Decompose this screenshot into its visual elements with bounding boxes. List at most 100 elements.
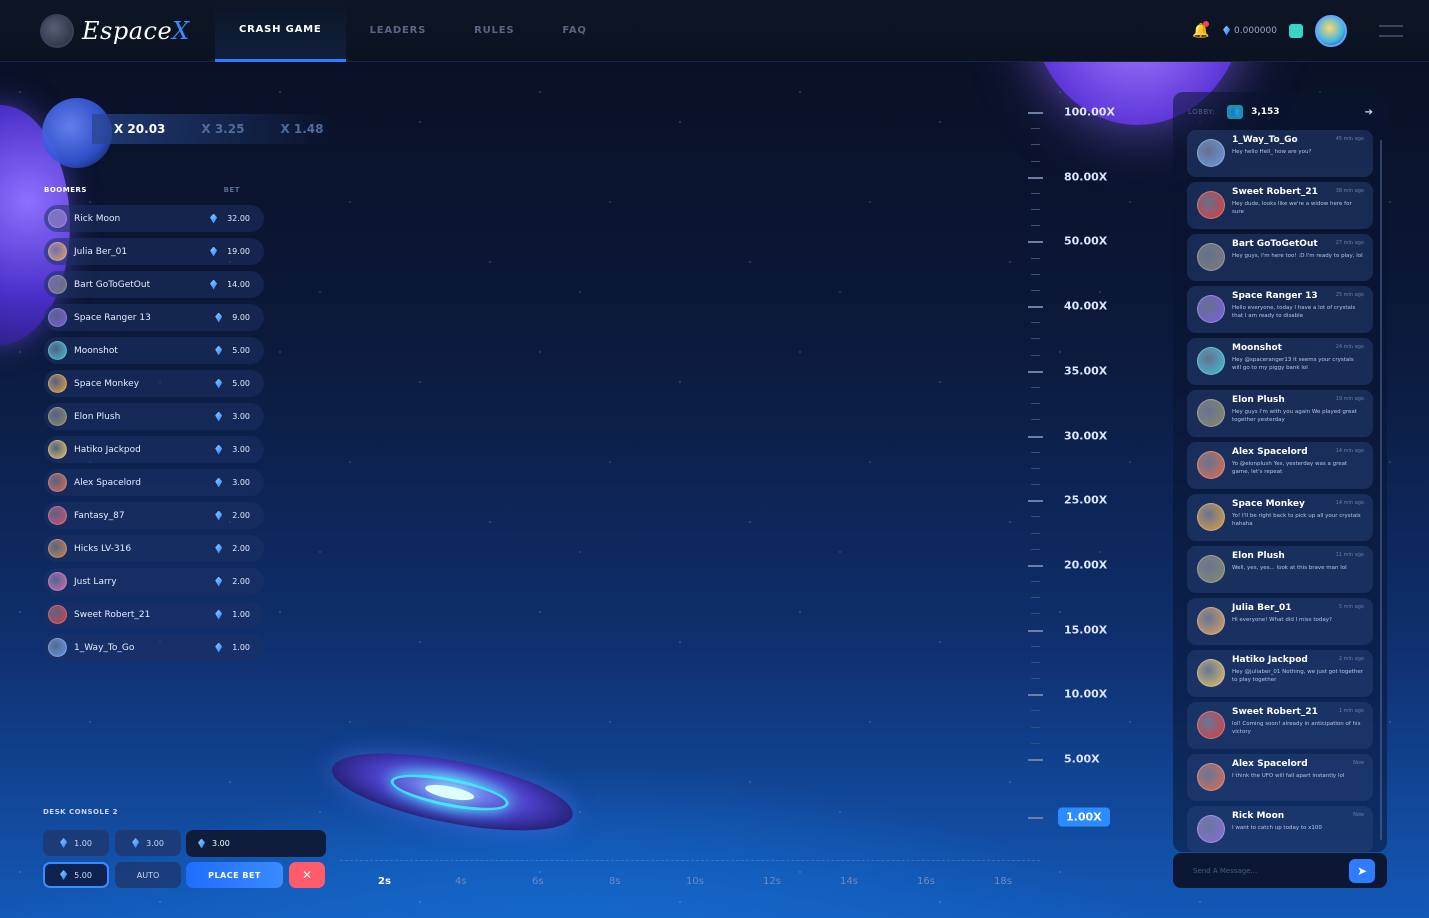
scale-minor-tick xyxy=(1031,338,1040,340)
scale-major-tick xyxy=(1028,241,1043,244)
tab-crash-game[interactable]: CRASH GAME xyxy=(215,0,346,62)
scale-minor-tick xyxy=(1031,257,1040,259)
top-right-controls: 🔔 0.000000 xyxy=(1191,14,1403,47)
chat-message-input[interactable] xyxy=(1193,866,1333,875)
brand-name-accent: X xyxy=(172,16,190,45)
boomer-row[interactable]: Just Larry 2.00 xyxy=(44,568,264,595)
boomers-list: Rick Moon 32.00 Julia Ber_01 19.00 Bart … xyxy=(44,205,264,667)
chat-timestamp: 24 min ago xyxy=(1335,344,1364,350)
send-icon[interactable]: ➤ xyxy=(1349,858,1375,883)
scale-major-tick xyxy=(1028,370,1043,373)
notification-dot xyxy=(1203,20,1210,27)
boomer-name: Hicks LV-316 xyxy=(74,543,132,554)
boomer-row[interactable]: Moonshot 5.00 xyxy=(44,337,264,364)
quick-bet-value: 3.00 xyxy=(146,838,164,848)
tab-faq[interactable]: FAQ xyxy=(538,0,610,62)
scale-major-tick xyxy=(1028,435,1043,438)
boomer-row[interactable]: Fantasy_87 2.00 xyxy=(44,502,264,529)
avatar xyxy=(1197,607,1225,635)
chat-message: Hatiko Jackpod 2 min ago Hey @juliaber_0… xyxy=(1187,650,1373,697)
bet-column-header: BET xyxy=(223,186,240,194)
logo[interactable]: EspaceX xyxy=(40,13,215,48)
place-bet-button[interactable]: PLACE BET xyxy=(186,862,283,888)
avatar xyxy=(48,242,67,261)
scale-label: 20.00X xyxy=(1064,558,1108,572)
scale-minor-tick xyxy=(1031,144,1040,146)
boomer-bet: 19.00 xyxy=(210,246,250,257)
notification-bell-icon[interactable]: 🔔 xyxy=(1191,20,1211,41)
scale-major-tick xyxy=(1028,694,1043,697)
chat-author: Space Ranger 13 xyxy=(1232,291,1318,301)
time-axis-label: 14s xyxy=(840,876,858,887)
crystal-icon xyxy=(198,838,205,849)
chat-text: Yo! I'll be right back to pick up all yo… xyxy=(1232,513,1361,527)
scale-minor-tick xyxy=(1031,484,1040,486)
user-avatar[interactable] xyxy=(1315,14,1347,47)
boomer-bet: 2.00 xyxy=(215,576,250,587)
arrow-right-icon[interactable]: ➔ xyxy=(1365,107,1373,118)
boomer-row[interactable]: Elon Plush 3.00 xyxy=(44,403,264,430)
crystal-icon xyxy=(215,411,223,422)
chat-text: Hey @juliaber_01 Nothing, we just got to… xyxy=(1232,669,1364,683)
boomer-row[interactable]: Julia Ber_01 19.00 xyxy=(44,238,264,265)
avatar xyxy=(1197,451,1225,479)
scale-minor-tick xyxy=(1031,645,1040,647)
chat-timestamp: 1 min ago xyxy=(1338,708,1364,714)
quick-bet-button-selected[interactable]: 5.00 xyxy=(43,862,109,888)
scale-minor-tick xyxy=(1031,467,1040,469)
crystal-icon xyxy=(215,312,223,323)
chat-panel: LOBBY: 👥 3,153 ➔ 1_Way_To_Go 45 min ago … xyxy=(1173,92,1387,853)
crystal-icon xyxy=(215,378,223,389)
scale-label: 35.00X xyxy=(1064,364,1108,378)
quick-bet-button[interactable]: 1.00 xyxy=(43,830,109,856)
boomer-row[interactable]: Sweet Robert_21 1.00 xyxy=(44,601,264,628)
boomer-bet-value: 3.00 xyxy=(232,445,250,454)
cancel-bet-button[interactable]: ✕ xyxy=(289,862,325,888)
menu-icon[interactable] xyxy=(1379,24,1403,37)
boomer-row[interactable]: Space Ranger 13 9.00 xyxy=(44,304,264,331)
boomer-bet: 3.00 xyxy=(215,444,250,455)
chat-scrollbar[interactable] xyxy=(1380,140,1382,840)
avatar xyxy=(48,308,67,327)
wallet-button[interactable] xyxy=(1289,23,1303,38)
avatar xyxy=(48,440,67,459)
tab-rules[interactable]: RULES xyxy=(450,0,538,62)
boomer-row[interactable]: Rick Moon 32.00 xyxy=(44,205,264,232)
auto-button[interactable]: AUTO xyxy=(115,862,181,888)
quick-bet-button[interactable]: 3.00 xyxy=(115,830,181,856)
chat-text: I think the UFO will fall apart instantl… xyxy=(1232,773,1345,779)
scale-minor-tick xyxy=(1031,322,1040,324)
scale-label: 40.00X xyxy=(1064,299,1108,313)
chat-author: Rick Moon xyxy=(1232,811,1285,821)
chat-timestamp: 38 min ago xyxy=(1335,188,1364,194)
avatar xyxy=(1197,659,1225,687)
astronaut-logo-icon xyxy=(40,13,74,48)
boomer-row[interactable]: 1_Way_To_Go 1.00 xyxy=(44,634,264,661)
avatar xyxy=(48,407,67,426)
avatar xyxy=(1197,815,1225,843)
chat-text: Hello everyone, today I have a lot of cr… xyxy=(1232,305,1356,319)
scale-minor-tick xyxy=(1031,726,1040,728)
boomer-name: Sweet Robert_21 xyxy=(74,609,151,620)
avatar xyxy=(1197,503,1225,531)
boomer-bet: 14.00 xyxy=(210,279,250,290)
bet-amount-field[interactable] xyxy=(186,830,326,857)
boomer-row[interactable]: Space Monkey 5.00 xyxy=(44,370,264,397)
tab-leaders[interactable]: LEADERS xyxy=(346,0,451,62)
boomer-bet: 3.00 xyxy=(215,477,250,488)
scale-minor-tick xyxy=(1031,419,1040,421)
crystal-icon xyxy=(210,279,218,290)
avatar xyxy=(1197,295,1225,323)
chat-author: Sweet Robert_21 xyxy=(1232,707,1318,717)
boomer-row[interactable]: Alex Spacelord 3.00 xyxy=(44,469,264,496)
time-axis-label: 16s xyxy=(917,876,935,887)
boomer-row[interactable]: Bart GoToGetOut 14.00 xyxy=(44,271,264,298)
history-item: X 1.48 xyxy=(280,122,324,136)
bet-amount-input[interactable] xyxy=(212,839,312,848)
scale-label: 100.00X xyxy=(1064,105,1115,119)
crystal-icon xyxy=(215,642,223,653)
boomer-row[interactable]: Hicks LV-316 2.00 xyxy=(44,535,264,562)
lobby-count: 3,153 xyxy=(1251,107,1280,117)
boomer-row[interactable]: Hatiko Jackpod 3.00 xyxy=(44,436,264,463)
chat-timestamp: 45 min ago xyxy=(1335,136,1364,142)
